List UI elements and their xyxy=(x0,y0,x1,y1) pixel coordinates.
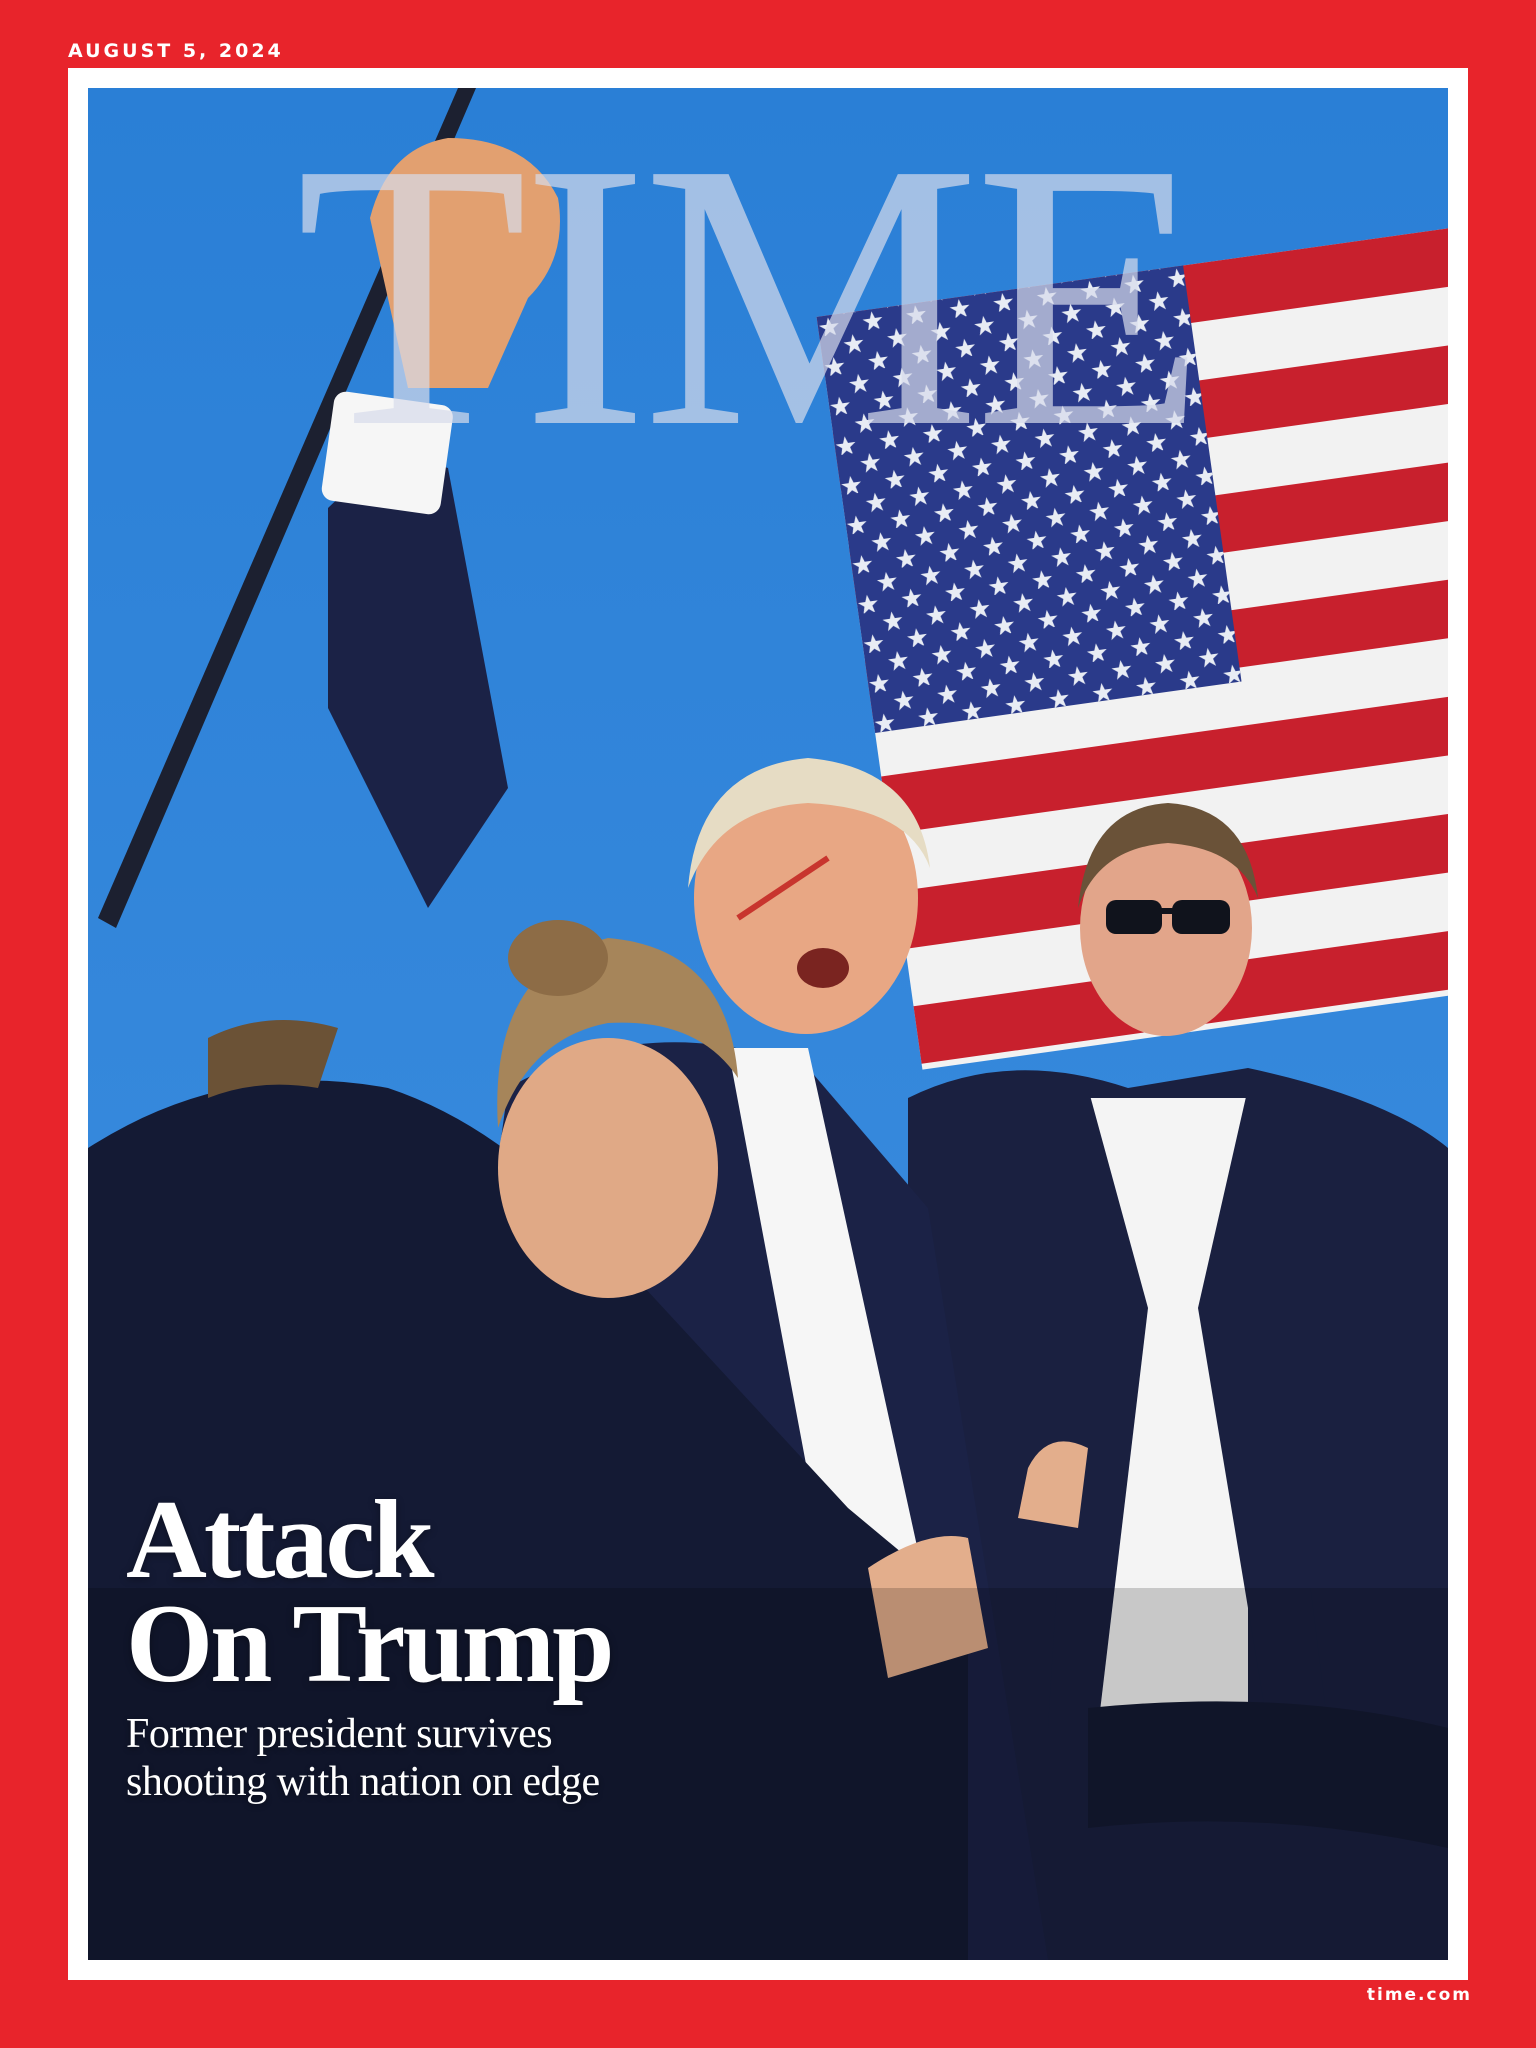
headline-line-2: On Trump xyxy=(126,1582,614,1706)
cover-photo: TIME Attack On Trump Former president su… xyxy=(88,88,1448,1960)
cover-headline: Attack On Trump xyxy=(126,1478,614,1706)
cover-dek: Former president survives shooting with … xyxy=(126,1710,600,1806)
issue-date: AUGUST 5, 2024 xyxy=(68,40,284,62)
site-url: time.com xyxy=(1366,1985,1472,2005)
dek-line-2: shooting with nation on edge xyxy=(126,1759,600,1805)
headline-line-1: Attack xyxy=(126,1478,434,1602)
masthead: TIME xyxy=(295,88,1207,506)
dek-line-1: Former president survives xyxy=(126,1711,553,1757)
